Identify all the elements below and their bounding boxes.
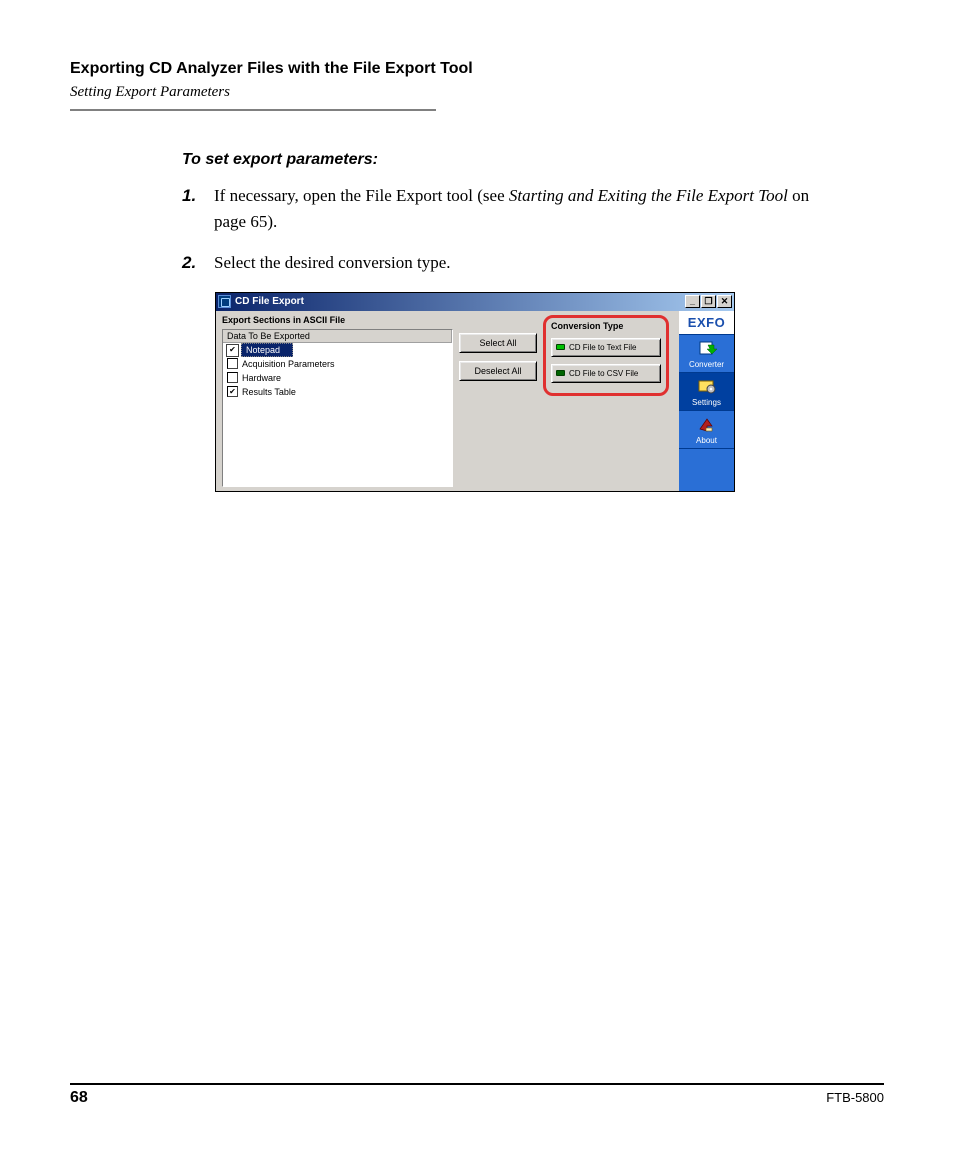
- app-icon: [218, 295, 231, 308]
- cd-to-text-button[interactable]: CD File to Text File: [551, 338, 661, 357]
- list-item-label: Results Table: [242, 387, 296, 397]
- left-pane: Export Sections in ASCII File Data To Be…: [216, 311, 679, 491]
- step-text-ital: Starting and Exiting the File Export Too…: [509, 186, 788, 205]
- footer-rule: [70, 1083, 884, 1085]
- settings-icon: [697, 378, 717, 396]
- product-name: FTB-5800: [826, 1090, 884, 1105]
- list-header: Data To Be Exported: [223, 330, 452, 343]
- button-label: CD File to CSV File: [569, 369, 638, 378]
- page-title: Exporting CD Analyzer Files with the Fil…: [70, 60, 884, 78]
- app-body: Export Sections in ASCII File Data To Be…: [216, 311, 734, 491]
- step-1: 1. If necessary, open the File Export to…: [182, 183, 844, 234]
- nav-converter[interactable]: Converter: [679, 335, 734, 373]
- button-column: Select All Deselect All: [459, 315, 537, 487]
- conversion-type-label: Conversion Type: [551, 321, 661, 331]
- conversion-highlight: Conversion Type CD File to Text File CD …: [543, 315, 669, 396]
- list-item-label: Hardware: [242, 373, 281, 383]
- page-subtitle: Setting Export Parameters: [70, 84, 884, 101]
- export-list[interactable]: Data To Be Exported Notepad Acquisition …: [222, 329, 453, 487]
- minimize-button[interactable]: _: [685, 295, 700, 308]
- section-heading: To set export parameters:: [182, 151, 844, 169]
- nav-label: About: [696, 436, 717, 445]
- list-item-label: Acquisition Parameters: [242, 359, 335, 369]
- list-item-results[interactable]: ✔ Results Table: [223, 385, 452, 399]
- screenshot: CD File Export _ ❐ ✕ Export Sections in …: [215, 292, 884, 492]
- deselect-all-button[interactable]: Deselect All: [459, 361, 537, 381]
- button-label: CD File to Text File: [569, 343, 636, 352]
- list-item-hardware[interactable]: Hardware: [223, 371, 452, 385]
- checkbox-icon[interactable]: ✔: [227, 386, 238, 397]
- led-icon: [556, 344, 565, 350]
- titlebar: CD File Export _ ❐ ✕: [216, 293, 734, 311]
- step-number: 2.: [182, 250, 214, 276]
- checkbox-icon[interactable]: [227, 372, 238, 383]
- step-2: 2. Select the desired conversion type.: [182, 250, 844, 276]
- select-all-button[interactable]: Select All: [459, 333, 537, 353]
- list-item-label: Notepad: [246, 345, 280, 355]
- header-rule: [70, 109, 436, 111]
- nav-label: Converter: [689, 360, 724, 369]
- nav-about[interactable]: About: [679, 411, 734, 449]
- step-text-pre: If necessary, open the File Export tool …: [214, 186, 509, 205]
- cd-to-csv-button[interactable]: CD File to CSV File: [551, 364, 661, 383]
- step-text-pre: Select the desired conversion type.: [214, 253, 451, 272]
- footer: 68 FTB-5800: [70, 1083, 884, 1107]
- app-window: CD File Export _ ❐ ✕ Export Sections in …: [215, 292, 735, 492]
- step-text: If necessary, open the File Export tool …: [214, 183, 844, 234]
- step-text: Select the desired conversion type.: [214, 250, 844, 276]
- exfo-logo: EXFO: [679, 311, 734, 335]
- export-sections-group: Export Sections in ASCII File Data To Be…: [222, 315, 453, 487]
- close-button[interactable]: ✕: [717, 295, 732, 308]
- nav-settings[interactable]: Settings: [679, 373, 734, 411]
- content: To set export parameters: 1. If necessar…: [182, 151, 844, 276]
- nav-label: Settings: [692, 398, 721, 407]
- conversion-column: Conversion Type CD File to Text File CD …: [543, 315, 673, 487]
- step-number: 1.: [182, 183, 214, 234]
- right-nav: EXFO Converter Settings: [679, 311, 734, 491]
- export-sections-label: Export Sections in ASCII File: [222, 315, 453, 325]
- list-item-acquisition[interactable]: Acquisition Parameters: [223, 357, 452, 371]
- about-icon: [697, 416, 717, 434]
- converter-icon: [697, 340, 717, 358]
- led-icon: [556, 370, 565, 376]
- page-number: 68: [70, 1089, 88, 1107]
- window-title: CD File Export: [235, 296, 684, 307]
- list-item-notepad[interactable]: Notepad: [241, 343, 293, 357]
- restore-button[interactable]: ❐: [701, 295, 716, 308]
- checkbox-icon[interactable]: [227, 358, 238, 369]
